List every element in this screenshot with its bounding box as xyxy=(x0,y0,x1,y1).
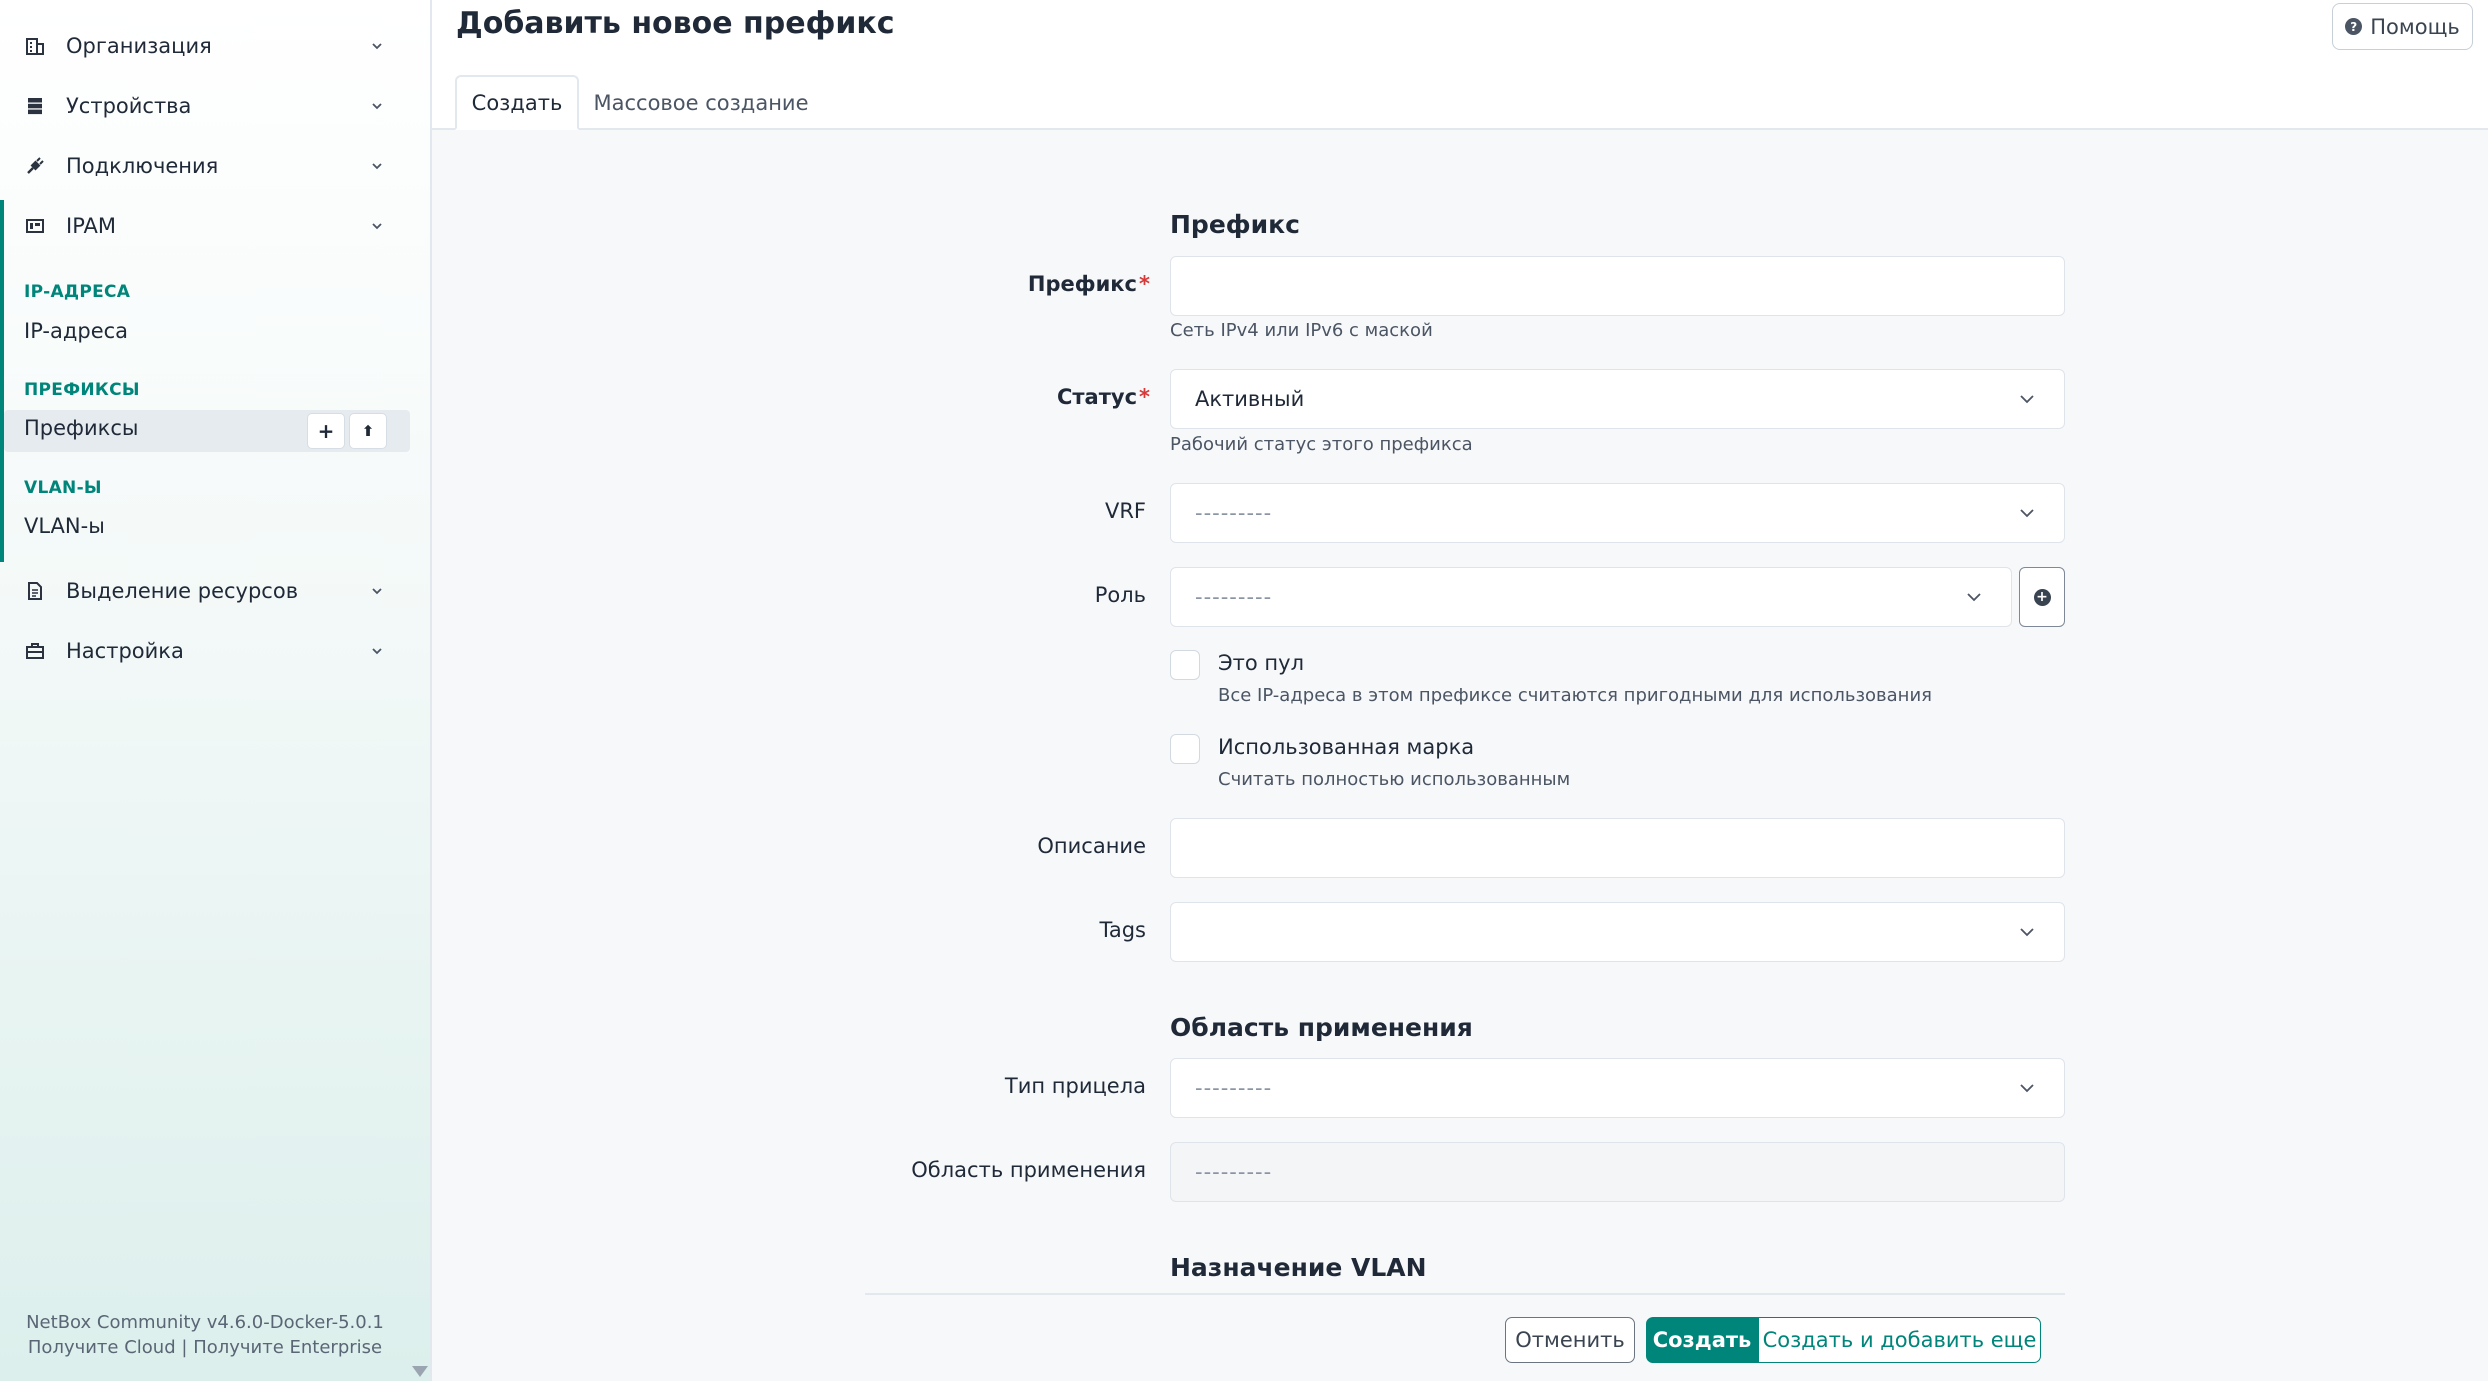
cancel-button[interactable]: Отменить xyxy=(1505,1317,1635,1363)
section-title-prefix: Префикс xyxy=(1170,210,1300,239)
prefix-import-button[interactable]: ⬆ xyxy=(349,413,387,449)
role-select[interactable]: --------- xyxy=(1170,567,2012,627)
menu-group-heading-prefixes: ПРЕФИКСЫ xyxy=(24,380,140,400)
nav-menu-label: Организация xyxy=(66,34,212,58)
role-select-value: --------- xyxy=(1195,585,1273,609)
is-pool-label: Это пул xyxy=(1218,651,1304,675)
section-title-scope: Область применения xyxy=(1170,1013,1473,1042)
status-help: Рабочий статус этого префикса xyxy=(1170,434,1473,455)
chevron-down-icon xyxy=(2020,1084,2034,1093)
required-marker: * xyxy=(1139,272,1150,296)
chevron-down-icon xyxy=(2020,928,2034,937)
create-and-add-button[interactable]: Создать и добавить еще xyxy=(1758,1317,2041,1363)
document-icon xyxy=(25,581,45,601)
server-icon xyxy=(25,96,45,116)
chevron-down-icon xyxy=(372,223,382,230)
menu-group-heading-vlans: VLAN-Ы xyxy=(24,478,102,498)
ip-network-icon xyxy=(25,216,45,236)
menu-item-ip-addresses[interactable]: IP-адреса xyxy=(24,319,128,343)
create-button[interactable]: Создать xyxy=(1646,1317,1758,1363)
vrf-label: VRF xyxy=(1104,499,1146,523)
scroll-down-arrow-icon[interactable] xyxy=(412,1366,428,1377)
mark-utilized-checkbox[interactable] xyxy=(1170,734,1200,764)
nav-menu-customization[interactable]: Настройка xyxy=(0,621,400,681)
mark-utilized-help: Считать полностью использованным xyxy=(1218,769,1571,790)
help-button-label: Помощь xyxy=(2370,14,2460,39)
nav-menu-label: Настройка xyxy=(66,639,184,663)
chevron-down-icon xyxy=(372,163,382,170)
role-label: Роль xyxy=(1094,583,1146,607)
prefix-label: Префикс* xyxy=(650,272,1150,296)
nav-menu-label: Подключения xyxy=(66,154,219,178)
vrf-select-value: --------- xyxy=(1195,501,1273,525)
chevron-down-icon xyxy=(372,43,382,50)
nav-menu-label: Устройства xyxy=(66,94,192,118)
chevron-down-icon xyxy=(1967,593,1981,602)
menu-group-heading-ip-addresses: IP-АДРЕСА xyxy=(24,282,131,302)
get-cloud-link[interactable]: Получите Cloud xyxy=(28,1337,176,1358)
required-marker: * xyxy=(1139,385,1150,409)
question-icon: ? xyxy=(2345,18,2363,35)
plus-circle-icon: + xyxy=(2033,588,2051,606)
chevron-down-icon xyxy=(2020,509,2034,518)
plus-icon: + xyxy=(317,419,335,443)
chevron-down-icon xyxy=(2020,395,2034,404)
chevron-down-icon xyxy=(372,103,382,110)
building-icon xyxy=(25,36,45,56)
tab-create[interactable]: Создать xyxy=(455,75,579,130)
description-input[interactable] xyxy=(1170,818,2065,878)
prefix-add-button[interactable]: + xyxy=(307,413,345,449)
chevron-down-icon xyxy=(372,588,382,595)
page-title: Добавить новое префикс xyxy=(456,6,895,41)
add-role-button[interactable]: + xyxy=(2019,567,2065,627)
scope-select-value: --------- xyxy=(1195,1160,1273,1184)
scope-type-select-value: --------- xyxy=(1195,1076,1273,1100)
prefix-input[interactable] xyxy=(1170,256,2065,316)
footer-links: Получите Cloud | Получите Enterprise xyxy=(0,1337,410,1358)
help-button[interactable]: ? Помощь xyxy=(2332,3,2473,50)
tags-label: Tags xyxy=(1099,918,1147,942)
upload-icon: ⬆ xyxy=(361,422,375,440)
status-label: Статус* xyxy=(650,385,1150,409)
menu-item-vlans[interactable]: VLAN-ы xyxy=(24,514,105,538)
scope-label: Область применения xyxy=(911,1158,1146,1182)
nav-menu-label: Выделение ресурсов xyxy=(66,579,299,603)
nav-menu-provisioning[interactable]: Выделение ресурсов xyxy=(0,561,400,621)
tab-bulk-create[interactable]: Массовое создание xyxy=(590,75,812,130)
is-pool-help: Все IP-адреса в этом префиксе считаются … xyxy=(1218,685,1932,706)
section-title-vlan: Назначение VLAN xyxy=(1170,1253,1427,1282)
nav-menu-label: IPAM xyxy=(66,214,116,238)
nav-menu-connections[interactable]: Подключения xyxy=(0,136,400,196)
status-select-value: Активный xyxy=(1195,387,1305,411)
is-pool-checkbox[interactable] xyxy=(1170,650,1200,680)
prefix-help: Сеть IPv4 или IPv6 с маской xyxy=(1170,320,1433,341)
plug-icon xyxy=(25,156,45,176)
nav-menu-ipam[interactable]: IPAM xyxy=(0,196,400,256)
status-select[interactable]: Активный xyxy=(1170,369,2065,429)
nav-menu-organization[interactable]: Организация xyxy=(0,16,400,76)
status-label-text: Статус xyxy=(1056,385,1138,409)
scope-type-label: Тип прицела xyxy=(1004,1074,1146,1098)
sidebar: Организация Устройства Подключения IPAM … xyxy=(0,0,432,1381)
description-label: Описание xyxy=(1037,834,1146,858)
menu-item-prefixes[interactable]: Префиксы xyxy=(24,416,138,440)
tags-select[interactable] xyxy=(1170,902,2065,962)
version-text: NetBox Community v4.6.0-Docker-5.0.1 xyxy=(26,1312,384,1333)
chevron-down-icon xyxy=(372,648,382,655)
form-footer-divider xyxy=(865,1293,2065,1295)
vrf-select[interactable]: --------- xyxy=(1170,483,2065,543)
footer-separator: | xyxy=(181,1337,188,1358)
prefix-label-text: Префикс xyxy=(1027,272,1138,296)
nav-menu-devices[interactable]: Устройства xyxy=(0,76,400,136)
mark-utilized-label: Использованная марка xyxy=(1218,735,1475,759)
scope-type-select[interactable]: --------- xyxy=(1170,1058,2065,1118)
scope-select[interactable]: --------- xyxy=(1170,1142,2065,1202)
toolbox-icon xyxy=(25,641,45,661)
get-enterprise-link[interactable]: Получите Enterprise xyxy=(193,1337,382,1358)
